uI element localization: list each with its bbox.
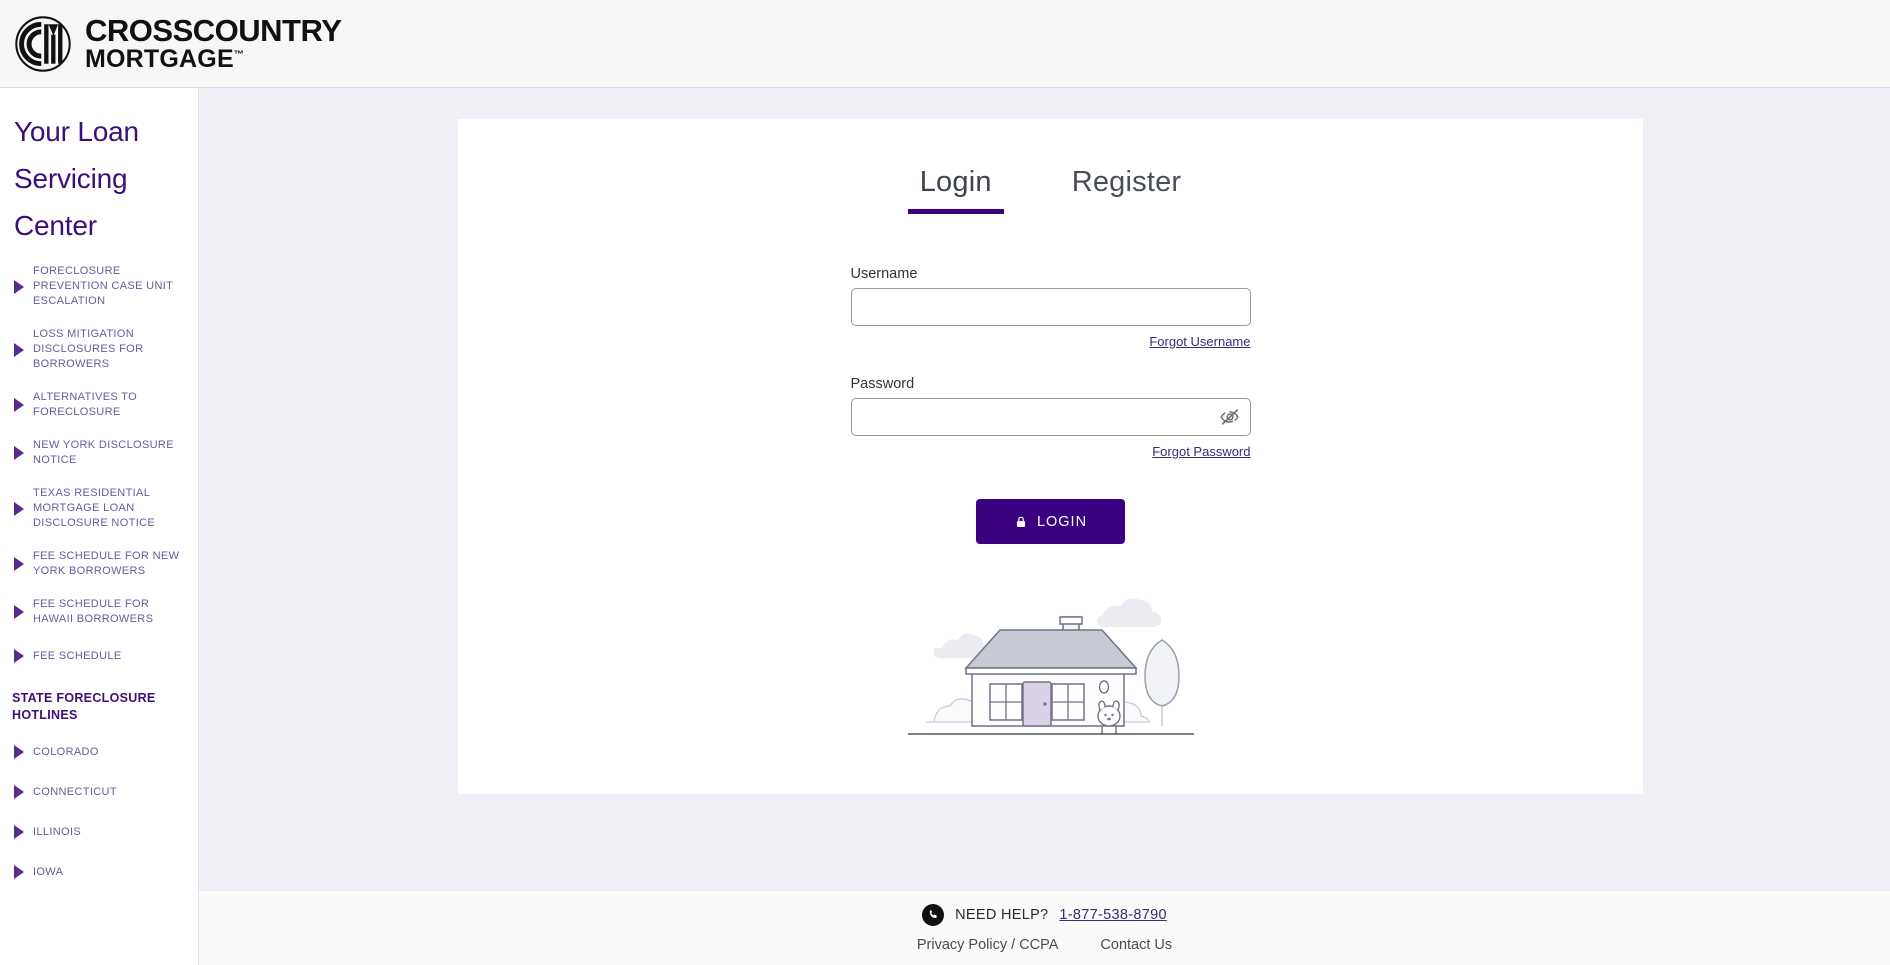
- username-label: Username: [850, 266, 918, 282]
- auth-tabs: Login Register: [458, 119, 1643, 214]
- sidebar-item[interactable]: FEE SCHEDULE FOR NEW YORK BORROWERS: [0, 540, 198, 588]
- sidebar: Your Loan Servicing Center FORECLOSURE P…: [0, 88, 199, 965]
- house-with-tree-and-dog-line-art-icon: [907, 598, 1194, 735]
- house-illustration: [851, 580, 1251, 745]
- trademark-symbol: ™: [233, 49, 245, 61]
- forgot-password-row: Forgot Password: [851, 443, 1250, 461]
- toggle-password-visibility-button[interactable]: [1219, 406, 1241, 428]
- triangle-right-icon: [14, 605, 24, 619]
- tab-register[interactable]: Register: [1060, 166, 1194, 214]
- triangle-right-icon: [14, 745, 24, 759]
- sidebar-item-label: ILLINOIS: [33, 825, 82, 838]
- eye-slash-icon: [1219, 409, 1239, 425]
- sidebar-item[interactable]: IOWA: [0, 852, 198, 892]
- sidebar-item[interactable]: ILLINOIS: [0, 812, 198, 852]
- sidebar-item-label: CONNECTICUT: [33, 785, 117, 798]
- main-content: Login Register Username Forgot Username …: [199, 88, 1890, 890]
- forgot-password-link[interactable]: Forgot Password: [1152, 444, 1250, 459]
- sidebar-item[interactable]: FEE SCHEDULE: [0, 636, 198, 676]
- sidebar-item-label: LOSS MITIGATION DISCLOSURES FOR BORROWER…: [33, 328, 144, 370]
- triangle-right-icon: [14, 865, 24, 879]
- sidebar-item[interactable]: COLORADO: [0, 732, 198, 772]
- sidebar-item[interactable]: ALTERNATIVES TO FORECLOSURE: [0, 381, 198, 429]
- triangle-right-icon: [14, 785, 24, 799]
- sidebar-item[interactable]: LOSS MITIGATION DISCLOSURES FOR BORROWER…: [0, 318, 198, 381]
- login-form: Username Forgot Username Password Forgot…: [850, 266, 1251, 745]
- sidebar-title: Your Loan Servicing Center: [14, 116, 139, 241]
- privacy-policy-link[interactable]: Privacy Policy / CCPA: [917, 937, 1059, 953]
- brand-line-1: CROSSCOUNTRY: [85, 13, 342, 48]
- sidebar-item-label: FORECLOSURE PREVENTION CASE UNIT ESCALAT…: [33, 265, 174, 307]
- forgot-username-link[interactable]: Forgot Username: [1149, 334, 1250, 349]
- sidebar-item[interactable]: FORECLOSURE PREVENTION CASE UNIT ESCALAT…: [0, 255, 198, 318]
- sidebar-section-header: STATE FORECLOSURE HOTLINES: [12, 691, 156, 722]
- triangle-right-icon: [14, 557, 24, 571]
- sidebar-item-label: FEE SCHEDULE FOR HAWAII BORROWERS: [33, 598, 154, 625]
- app-header: CROSSCOUNTRY MORTGAGE™: [0, 0, 1890, 88]
- page-footer: NEED HELP? 1-877-538-8790 Privacy Policy…: [199, 890, 1890, 965]
- contact-us-link[interactable]: Contact Us: [1100, 937, 1172, 953]
- sidebar-item[interactable]: TEXAS RESIDENTIAL MORTGAGE LOAN DISCLOSU…: [0, 477, 198, 540]
- brand-logo[interactable]: CROSSCOUNTRY MORTGAGE™: [0, 13, 342, 73]
- footer-links: Privacy Policy / CCPA Contact Us: [917, 937, 1172, 953]
- triangle-right-icon: [14, 649, 24, 663]
- brand-line-2: MORTGAGE™: [85, 45, 245, 73]
- password-label: Password: [850, 376, 915, 392]
- sidebar-item-label: NEW YORK DISCLOSURE NOTICE: [33, 439, 174, 466]
- triangle-right-icon: [14, 279, 24, 294]
- sidebar-item-label: ALTERNATIVES TO FORECLOSURE: [33, 391, 138, 418]
- forgot-username-row: Forgot Username: [851, 333, 1250, 351]
- login-button-row: LOGIN: [851, 499, 1251, 544]
- lock-icon: [1016, 516, 1026, 527]
- sidebar-item-label: FEE SCHEDULE: [33, 649, 122, 662]
- need-help-row: NEED HELP? 1-877-538-8790: [922, 903, 1167, 926]
- login-button-label: LOGIN: [1036, 513, 1088, 530]
- triangle-right-icon: [14, 825, 24, 839]
- triangle-right-icon: [14, 501, 24, 516]
- sidebar-item[interactable]: CONNECTICUT: [0, 772, 198, 812]
- password-input[interactable]: [850, 398, 1251, 436]
- phone-glyph-icon: [929, 909, 937, 919]
- support-phone-number[interactable]: 1-877-538-8790: [1059, 907, 1166, 923]
- login-card: Login Register Username Forgot Username …: [458, 119, 1643, 794]
- login-button[interactable]: LOGIN: [976, 499, 1125, 544]
- sidebar-item-label: TEXAS RESIDENTIAL MORTGAGE LOAN DISCLOSU…: [33, 487, 156, 529]
- sidebar-nav: FORECLOSURE PREVENTION CASE UNIT ESCALAT…: [0, 255, 198, 892]
- ccm-circle-logo-icon: [15, 15, 71, 72]
- need-help-label: NEED HELP?: [955, 906, 1049, 923]
- brand-wordmark: CROSSCOUNTRY MORTGAGE™: [85, 13, 342, 73]
- tab-login[interactable]: Login: [907, 166, 1004, 214]
- sidebar-item-label: FEE SCHEDULE FOR NEW YORK BORROWERS: [33, 550, 180, 577]
- triangle-right-icon: [14, 446, 24, 460]
- username-field-block: Username Forgot Username: [850, 266, 1251, 351]
- phone-icon: [922, 903, 945, 926]
- triangle-right-icon: [14, 398, 24, 412]
- sidebar-item[interactable]: FEE SCHEDULE FOR HAWAII BORROWERS: [0, 588, 198, 636]
- sidebar-item-label: IOWA: [33, 865, 64, 878]
- triangle-right-icon: [14, 342, 24, 357]
- sidebar-item[interactable]: NEW YORK DISCLOSURE NOTICE: [0, 429, 198, 477]
- password-field-block: Password Forgot Password: [850, 376, 1251, 461]
- username-input[interactable]: [850, 288, 1251, 326]
- sidebar-item-label: COLORADO: [33, 745, 99, 758]
